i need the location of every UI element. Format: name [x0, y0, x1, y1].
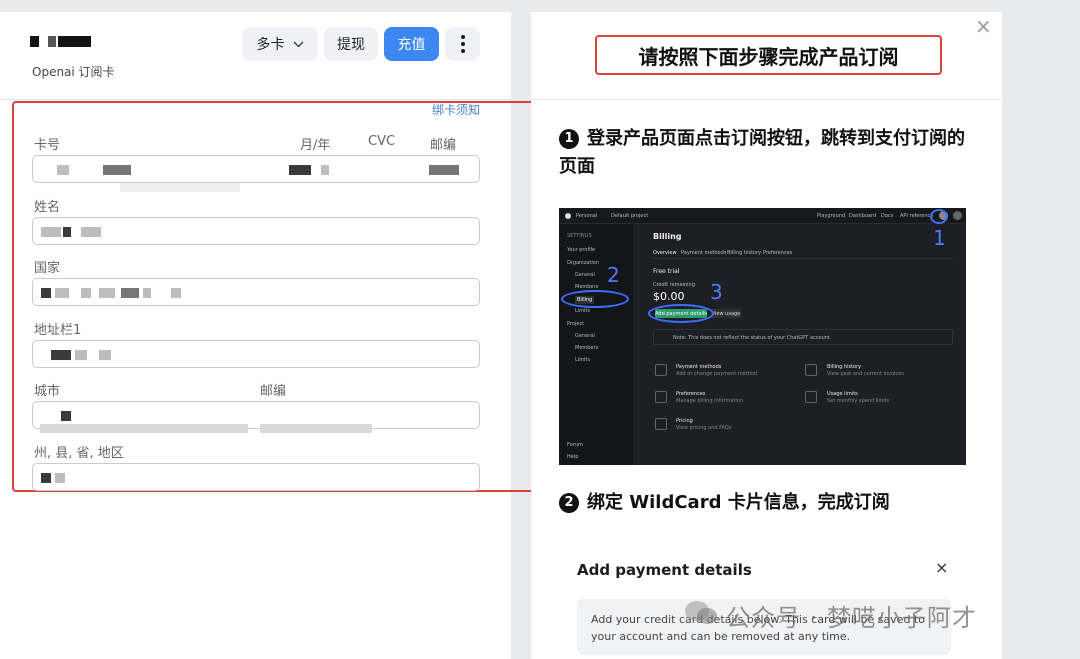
state-field[interactable] — [32, 463, 480, 491]
annotation-3: 3 — [710, 280, 723, 304]
state-label: 州, 县, 省, 地区 — [34, 446, 124, 461]
expiry-label: 月/年 — [300, 138, 331, 153]
masked-card-name — [30, 36, 92, 48]
cvc-label: CVC — [368, 134, 396, 149]
card-number-label: 卡号 — [34, 138, 61, 153]
watermark-text: 公众号 · 梦呓小子阿才 — [726, 604, 977, 632]
address-label: 地址栏1 — [34, 323, 82, 338]
shot-topbar: Personal Default project Playground Dash… — [559, 208, 966, 224]
city-label: 城市 — [34, 384, 61, 399]
chevron-down-icon — [293, 38, 304, 51]
shot-sidebar: SETTINGS Your profile Organization Gener… — [559, 224, 633, 465]
billing-screenshot: Personal Default project Playground Dash… — [559, 208, 966, 465]
instructions-header: 请按照下面步骤完成产品订阅 — [531, 12, 1002, 100]
topup-button[interactable]: 充值 — [384, 27, 439, 61]
bind-card-notice-link[interactable]: 绑卡须知 — [432, 101, 480, 118]
card-number-field[interactable] — [32, 155, 480, 183]
name-field[interactable] — [32, 217, 480, 245]
close-icon[interactable]: × — [975, 14, 992, 38]
more-vertical-icon — [460, 35, 465, 53]
multi-card-label: 多卡 — [256, 37, 285, 53]
multi-card-dropdown[interactable]: 多卡 — [242, 27, 318, 61]
wechat-logo-icon — [683, 598, 719, 628]
annotation-2: 2 — [607, 263, 620, 287]
city-postal-label: 邮编 — [260, 384, 287, 399]
step-1-text: 登录产品页面点击订阅按钮，跳转到支付订阅的页面 — [559, 128, 965, 177]
step-2-number: 2 — [559, 493, 579, 513]
name-label: 姓名 — [34, 200, 61, 215]
country-select[interactable] — [32, 278, 480, 306]
step-2-text: 绑定 WildCard 卡片信息，完成订阅 — [587, 492, 890, 513]
country-label: 国家 — [34, 261, 61, 276]
step-2: 2 绑定 WildCard 卡片信息，完成订阅 — [559, 489, 969, 517]
step-1: 1 登录产品页面点击订阅按钮，跳转到支付订阅的页面 — [559, 125, 969, 181]
postal-label: 邮编 — [430, 138, 457, 153]
address-field[interactable] — [32, 340, 480, 368]
step-1-number: 1 — [559, 129, 579, 149]
card-subtitle: Openai 订阅卡 — [32, 65, 115, 79]
withdraw-button[interactable]: 提现 — [324, 27, 378, 61]
add-payment-title: Add payment details — [577, 561, 752, 579]
instructions-title: 请按照下面步骤完成产品订阅 — [595, 35, 942, 75]
more-menu-button[interactable] — [445, 27, 480, 61]
card-header: Openai 订阅卡 多卡 提现 充值 — [0, 12, 511, 100]
add-payment-close-icon: × — [935, 558, 949, 577]
annotation-1: 1 — [933, 226, 946, 250]
